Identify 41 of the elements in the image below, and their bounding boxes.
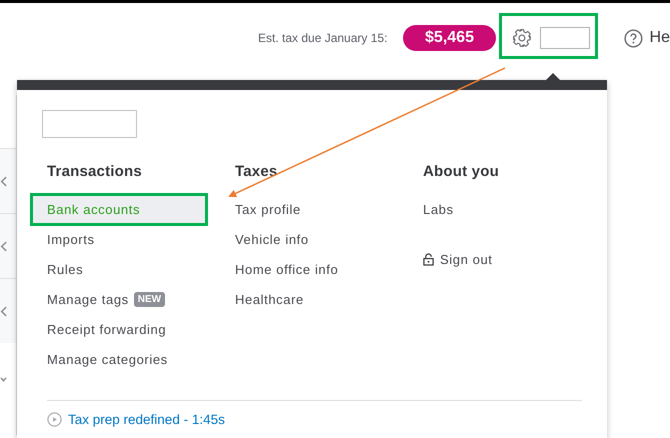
settings-icon[interactable] <box>512 28 532 48</box>
menu-item[interactable]: Tax profile <box>219 194 393 224</box>
chevron-down-icon[interactable] <box>0 377 7 382</box>
menu-item-label: Sign out <box>440 252 493 266</box>
chevron-left-icon[interactable] <box>0 240 7 252</box>
column-heading: Taxes <box>234 162 278 182</box>
lock-icon <box>423 252 434 266</box>
menu-item-label: Labs <box>423 202 454 216</box>
column-heading: About you <box>422 162 500 182</box>
help-label[interactable]: He <box>650 29 670 47</box>
chevron-left-icon[interactable] <box>0 176 7 186</box>
menu-item[interactable]: Vehicle info <box>219 224 393 254</box>
menu-item[interactable]: Manage tags NEW <box>31 284 205 314</box>
menu-item[interactable]: Receipt forwarding <box>31 314 205 344</box>
menu-item-label: Imports <box>47 232 95 246</box>
sign-out-item[interactable]: Sign out <box>407 244 581 274</box>
tax-due-label: Est. tax due January 15: <box>258 31 388 45</box>
menu-item-label: Vehicle info <box>235 232 309 246</box>
menu-item[interactable]: Manage categories <box>31 344 205 374</box>
menu-item[interactable]: Rules <box>31 254 205 284</box>
menu-item-label: Manage tags <box>47 292 129 306</box>
menu-item[interactable]: Home office info <box>219 254 393 284</box>
chevron-left-icon[interactable] <box>0 306 7 316</box>
play-icon[interactable] <box>47 412 62 427</box>
menu-item-label: Receipt forwarding <box>47 322 166 336</box>
tax-amount-button[interactable]: $5,465 <box>403 25 496 51</box>
menu-item[interactable]: Healthcare <box>219 284 393 314</box>
video-link[interactable]: Tax prep redefined - 1:45s <box>68 412 225 427</box>
menu-item-label: Manage categories <box>47 352 168 366</box>
menu-item-label: Rules <box>47 262 84 276</box>
menu-item[interactable]: Imports <box>31 224 205 254</box>
menu-item-label: Home office info <box>235 262 338 276</box>
menu-item-label: Healthcare <box>235 292 304 306</box>
column-heading: Transactions <box>46 162 143 182</box>
menu-item[interactable]: Labs <box>407 194 581 224</box>
caret-icon <box>545 73 561 81</box>
input-field[interactable] <box>540 27 590 49</box>
new-badge: NEW <box>134 292 166 306</box>
menu-item-label: Tax profile <box>235 202 301 216</box>
menu-item-label: Bank accounts <box>47 202 140 216</box>
help-icon[interactable] <box>624 28 643 48</box>
